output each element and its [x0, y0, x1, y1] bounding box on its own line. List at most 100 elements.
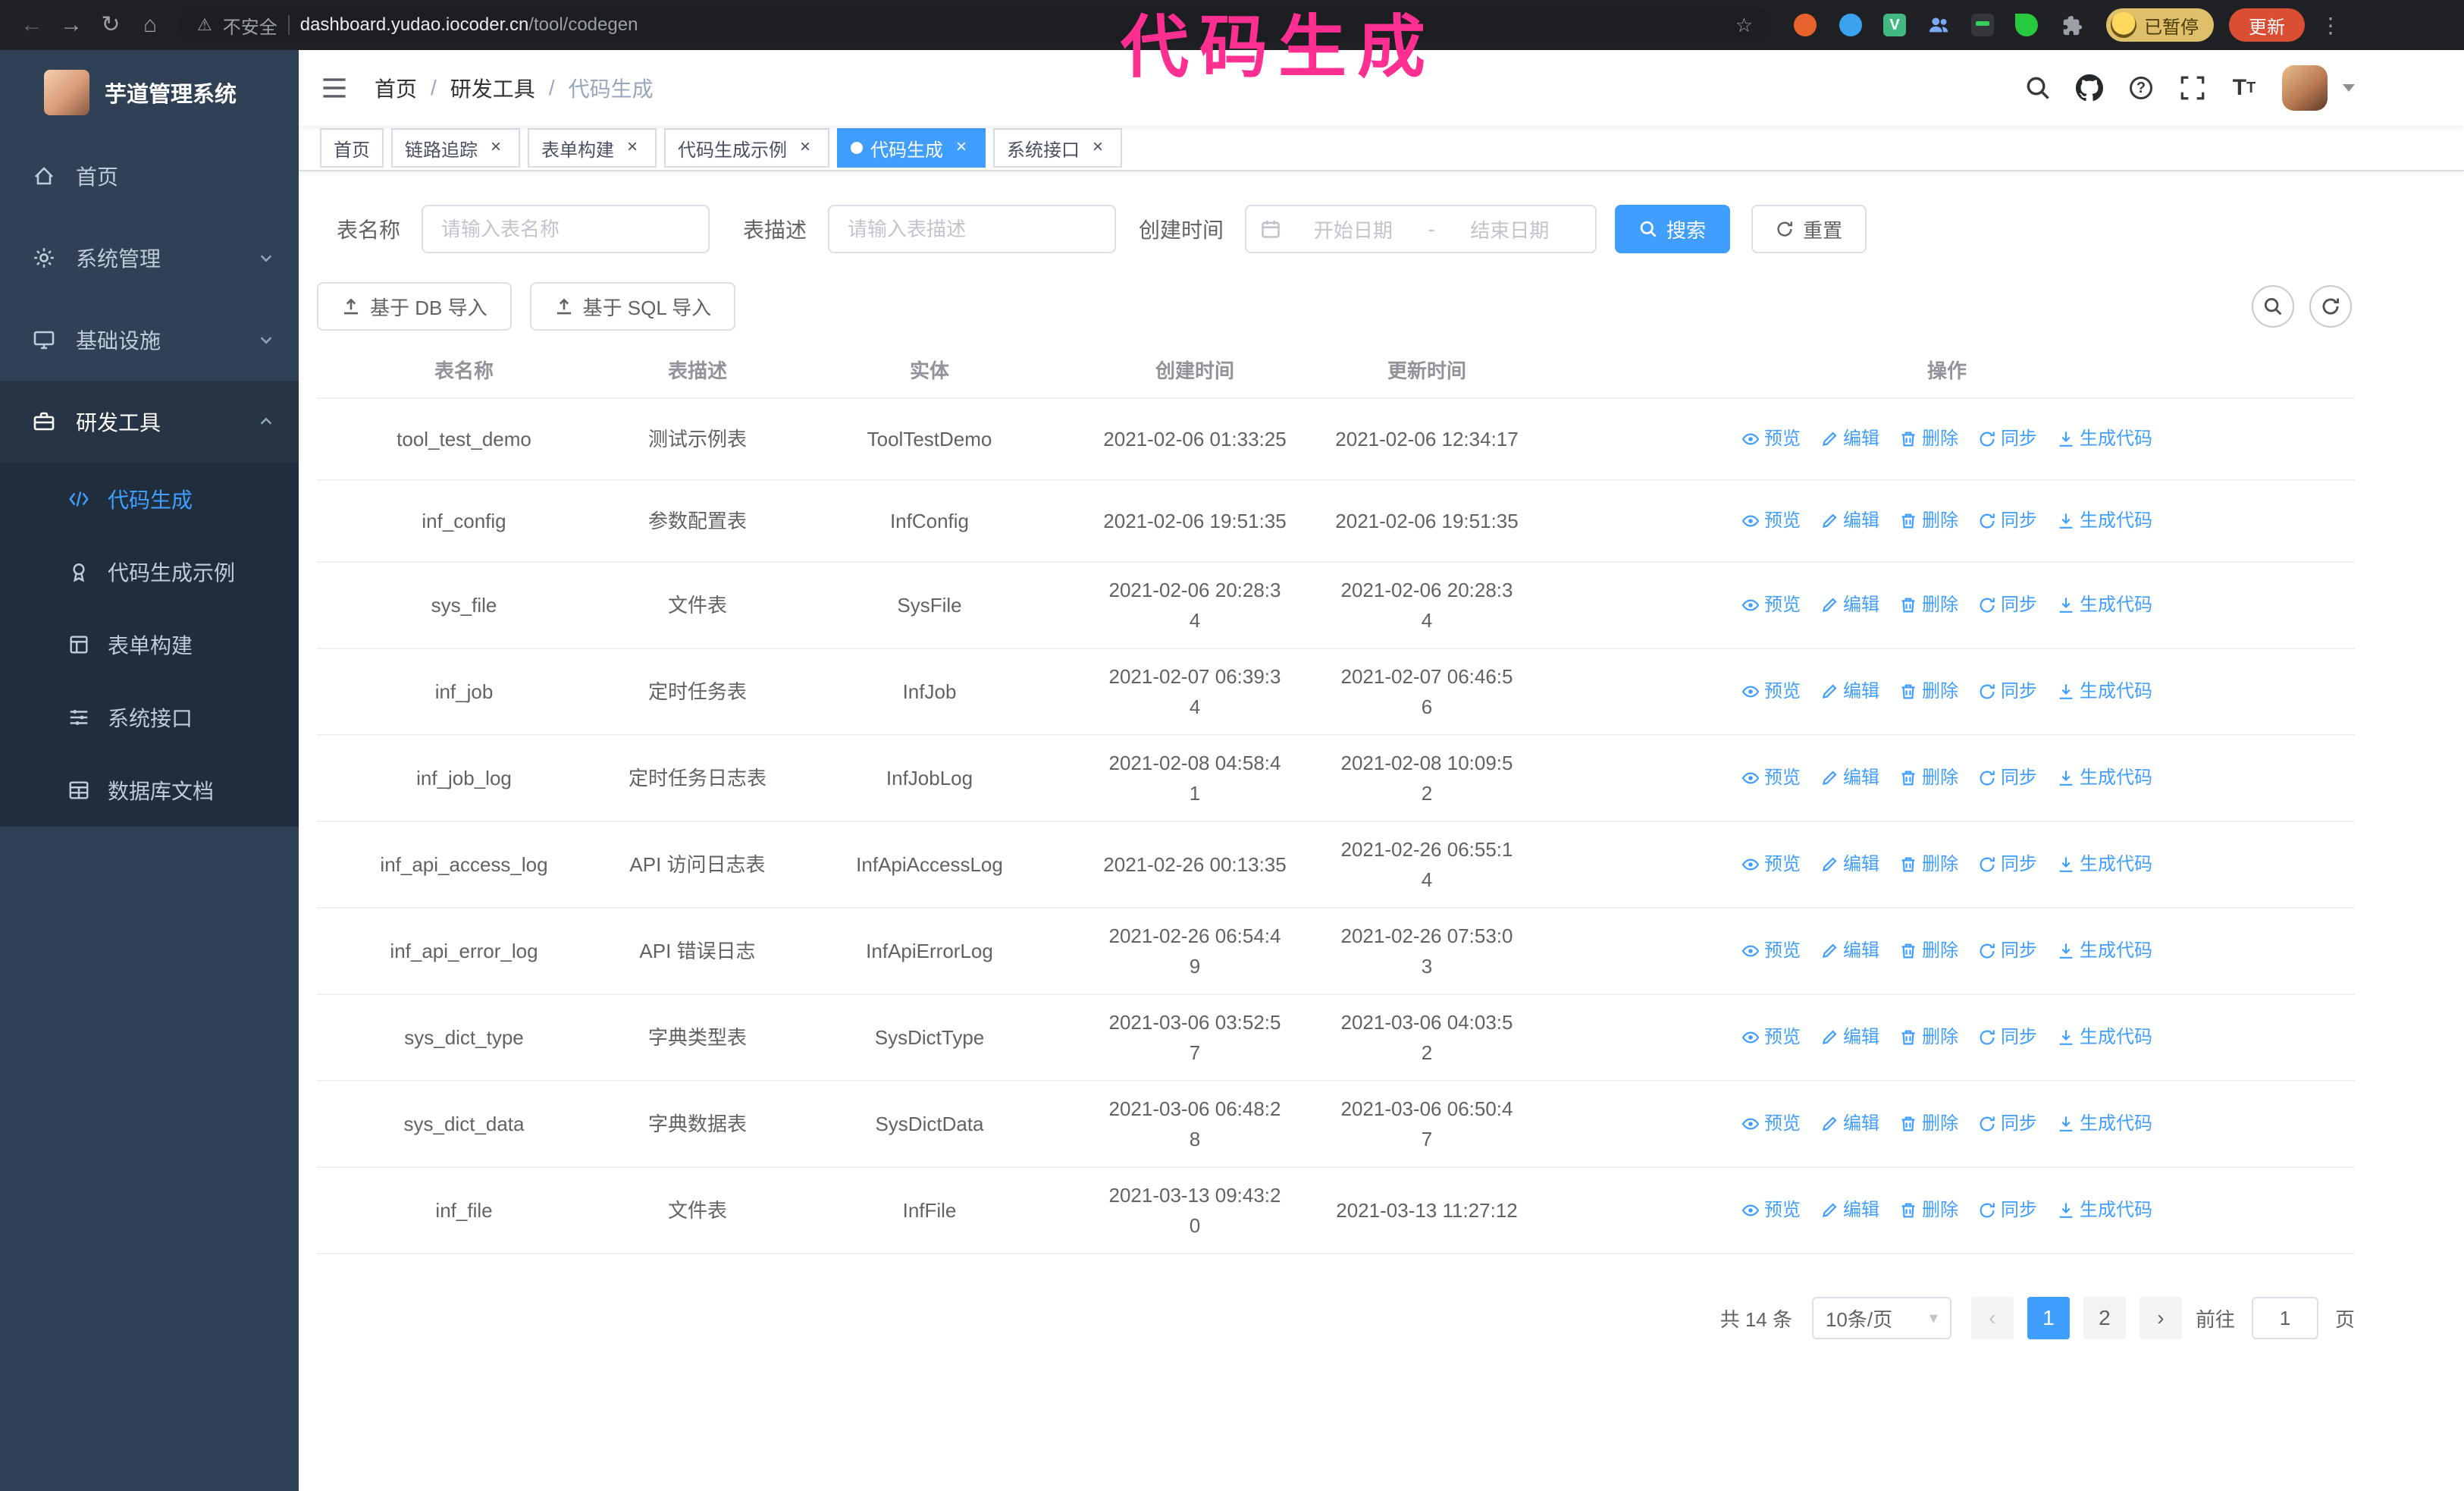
page-button-1[interactable]: 1 [2027, 1297, 2070, 1339]
import-sql-button[interactable]: 基于 SQL 导入 [529, 282, 736, 331]
back-icon[interactable]: ← [12, 5, 52, 45]
table-desc-input[interactable] [828, 205, 1117, 253]
sidebar-item-dev-tools[interactable]: 研发工具 [0, 381, 299, 463]
sync-link[interactable]: 同步 [1978, 1022, 2037, 1053]
next-page-button[interactable]: › [2139, 1297, 2182, 1339]
generate-code-link[interactable]: 生成代码 [2057, 1109, 2152, 1139]
delete-link[interactable]: 删除 [1899, 849, 1958, 880]
generate-code-link[interactable]: 生成代码 [2057, 506, 2152, 536]
generate-code-link[interactable]: 生成代码 [2057, 1195, 2152, 1226]
sync-link[interactable]: 同步 [1978, 506, 2037, 536]
extension-vue-icon[interactable]: V [1883, 14, 1906, 36]
delete-link[interactable]: 删除 [1899, 676, 1958, 707]
sync-link[interactable]: 同步 [1978, 849, 2037, 880]
preview-eye-link[interactable]: 预览 [1741, 424, 1801, 454]
edit-link[interactable]: 编辑 [1820, 506, 1879, 536]
tab-item[interactable]: 系统接口 × [993, 128, 1122, 168]
generate-code-link[interactable]: 生成代码 [2057, 936, 2152, 966]
breadcrumb-dev-tools[interactable]: 研发工具 [450, 73, 535, 103]
preview-eye-link[interactable]: 预览 [1741, 1195, 1801, 1226]
preview-eye-link[interactable]: 预览 [1741, 936, 1801, 966]
extension-leaf-icon[interactable] [2014, 12, 2039, 38]
preview-eye-link[interactable]: 预览 [1741, 763, 1801, 793]
preview-eye-link[interactable]: 预览 [1741, 849, 1801, 880]
sidebar-item-system-api[interactable]: 系统接口 [0, 681, 299, 754]
delete-link[interactable]: 删除 [1899, 1022, 1958, 1053]
github-icon[interactable] [2076, 74, 2103, 102]
fullscreen-icon[interactable] [2179, 74, 2206, 102]
extension-screen-icon[interactable] [1971, 14, 1994, 36]
preview-eye-link[interactable]: 预览 [1741, 1109, 1801, 1139]
sidebar-item-form-builder[interactable]: 表单构建 [0, 608, 299, 681]
breadcrumb-home[interactable]: 首页 [375, 73, 417, 103]
edit-link[interactable]: 编辑 [1820, 590, 1879, 620]
extension-people-icon[interactable] [1926, 12, 1951, 38]
preview-eye-link[interactable]: 预览 [1741, 506, 1801, 536]
sidebar-item-system-management[interactable]: 系统管理 [0, 217, 299, 299]
preview-eye-link[interactable]: 预览 [1741, 676, 1801, 707]
sync-link[interactable]: 同步 [1978, 1109, 2037, 1139]
sync-link[interactable]: 同步 [1978, 936, 2037, 966]
sidebar-item-database-doc[interactable]: 数据库文档 [0, 754, 299, 827]
sidebar-item-code-generation[interactable]: 代码生成 [0, 463, 299, 535]
generate-code-link[interactable]: 生成代码 [2057, 424, 2152, 454]
edit-link[interactable]: 编辑 [1820, 763, 1879, 793]
font-size-icon[interactable]: TT [2230, 74, 2258, 102]
reset-button[interactable]: 重置 [1751, 205, 1867, 253]
date-range-picker[interactable]: 开始日期 - 结束日期 [1245, 205, 1597, 253]
extension-orange-icon[interactable] [1792, 12, 1818, 38]
tab-close-icon[interactable]: × [795, 137, 816, 159]
help-icon[interactable]: ? [2127, 74, 2155, 102]
page-button-2[interactable]: 2 [2083, 1297, 2126, 1339]
preview-eye-link[interactable]: 预览 [1741, 590, 1801, 620]
forward-icon[interactable]: → [52, 5, 91, 45]
generate-code-link[interactable]: 生成代码 [2057, 1022, 2152, 1053]
page-size-select[interactable]: 10条/页 ▾ [1811, 1297, 1951, 1339]
generate-code-link[interactable]: 生成代码 [2057, 676, 2152, 707]
tab-item[interactable]: 代码生成 × [837, 128, 986, 168]
sync-link[interactable]: 同步 [1978, 676, 2037, 707]
browser-menu-icon[interactable]: ⋮ [2320, 13, 2341, 38]
sync-link[interactable]: 同步 [1978, 424, 2037, 454]
edit-link[interactable]: 编辑 [1820, 1022, 1879, 1053]
edit-link[interactable]: 编辑 [1820, 936, 1879, 966]
tab-item[interactable]: 表单构建 × [528, 128, 657, 168]
refresh-button[interactable] [2309, 285, 2352, 328]
toggle-search-button[interactable] [2252, 285, 2294, 328]
generate-code-link[interactable]: 生成代码 [2057, 590, 2152, 620]
edit-link[interactable]: 编辑 [1820, 1109, 1879, 1139]
table-name-input[interactable] [422, 205, 710, 253]
browser-update-button[interactable]: 更新 [2229, 8, 2305, 42]
delete-link[interactable]: 删除 [1899, 936, 1958, 966]
tab-close-icon[interactable]: × [622, 137, 643, 159]
sidebar-logo[interactable]: 芋道管理系统 [0, 50, 299, 135]
home-icon[interactable]: ⌂ [130, 5, 170, 45]
generate-code-link[interactable]: 生成代码 [2057, 849, 2152, 880]
goto-page-input[interactable] [2251, 1297, 2318, 1339]
hamburger-icon[interactable] [321, 77, 347, 99]
delete-link[interactable]: 删除 [1899, 590, 1958, 620]
search-icon[interactable] [2024, 74, 2052, 102]
tab-close-icon[interactable]: × [1087, 137, 1108, 159]
sidebar-item-infrastructure[interactable]: 基础设施 [0, 299, 299, 381]
extension-drop-icon[interactable] [1838, 12, 1864, 38]
delete-link[interactable]: 删除 [1899, 763, 1958, 793]
edit-link[interactable]: 编辑 [1820, 424, 1879, 454]
sync-link[interactable]: 同步 [1978, 590, 2037, 620]
extensions-puzzle-icon[interactable] [2059, 12, 2085, 38]
tab-item[interactable]: 链路追踪 × [391, 128, 520, 168]
edit-link[interactable]: 编辑 [1820, 1195, 1879, 1226]
delete-link[interactable]: 删除 [1899, 1195, 1958, 1226]
preview-eye-link[interactable]: 预览 [1741, 1022, 1801, 1053]
tab-item[interactable]: 代码生成示例 × [664, 128, 829, 168]
tab-close-icon[interactable]: × [951, 137, 972, 159]
import-db-button[interactable]: 基于 DB 导入 [317, 282, 512, 331]
tab-item[interactable]: 首页 [320, 128, 384, 168]
bookmark-star-icon[interactable]: ☆ [1735, 14, 1753, 37]
delete-link[interactable]: 删除 [1899, 506, 1958, 536]
sidebar-item-codegen-example[interactable]: 代码生成示例 [0, 535, 299, 608]
profile-badge[interactable]: 已暂停 [2106, 8, 2214, 42]
address-bar[interactable]: ⚠ 不安全 dashboard.yudao.iocoder.cn/tool/co… [179, 7, 1771, 43]
edit-link[interactable]: 编辑 [1820, 676, 1879, 707]
sidebar-item-home[interactable]: 首页 [0, 135, 299, 217]
